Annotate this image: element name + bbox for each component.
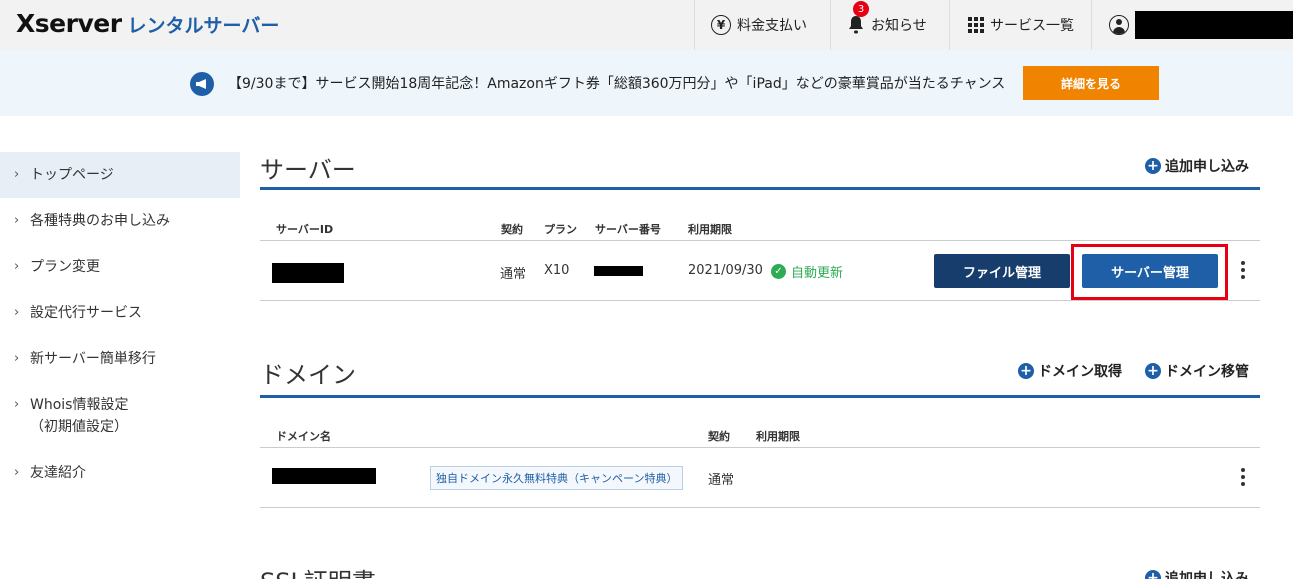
- redacted-server-number: [594, 266, 643, 276]
- domain-section: ドメイン + ドメイン取得 + ドメイン移管 ドメイン名 契約 利用期限 独自ド…: [260, 355, 1260, 515]
- sidebar-item-label: 新サーバー簡単移行: [30, 351, 156, 367]
- section-divider: [260, 395, 1260, 398]
- domain-transfer-label: ドメイン移管: [1165, 364, 1249, 380]
- nav-payment[interactable]: ¥ 料金支払い: [694, 0, 830, 50]
- sidebar-item-label: トップページ: [30, 167, 114, 183]
- header-domain-name: ドメイン名: [276, 430, 331, 443]
- chevron-right-icon: ›: [14, 351, 20, 366]
- user-icon: [1109, 15, 1129, 35]
- header-contract: 契約: [501, 223, 523, 236]
- top-header: Xserver レンタルサーバー ¥ 料金支払い 3 お知らせ サービス一覧: [0, 0, 1293, 50]
- domain-acquire-label: ドメイン取得: [1038, 364, 1122, 380]
- server-expiry: 2021/09/30: [688, 263, 763, 278]
- ssl-title: SSL証明書: [260, 562, 376, 579]
- more-options-icon[interactable]: [1240, 468, 1246, 486]
- ssl-add-button[interactable]: + 追加申し込み: [1145, 568, 1249, 579]
- domain-transfer-button[interactable]: + ドメイン移管: [1145, 361, 1249, 381]
- sidebar-item-label: 友達紹介: [30, 465, 86, 481]
- sidebar-item-plan-change[interactable]: › プラン変更: [0, 244, 240, 290]
- row-divider: [260, 240, 1260, 241]
- nav-services[interactable]: サービス一覧: [949, 0, 1091, 50]
- server-title: サーバー: [260, 156, 356, 184]
- auto-renew-status: ✓ 自動更新: [771, 262, 843, 281]
- sidebar-item-referral[interactable]: › 友達紹介: [0, 450, 240, 496]
- bell-icon: 3: [847, 1, 869, 35]
- redacted-username: [1135, 11, 1293, 39]
- sidebar-item-setup-service[interactable]: › 設定代行サービス: [0, 290, 240, 336]
- chevron-right-icon: ›: [14, 213, 20, 228]
- campaign-banner: 【9/30まで】サービス開始18周年記念！Amazonギフト券「総額360万円分…: [0, 50, 1293, 116]
- chevron-right-icon: ›: [14, 259, 20, 274]
- row-divider: [260, 507, 1260, 508]
- header-plan: プラン: [544, 223, 577, 236]
- sidebar-item-benefits[interactable]: › 各種特典のお申し込み: [0, 198, 240, 244]
- more-options-icon[interactable]: [1240, 261, 1246, 279]
- nav-services-label: サービス一覧: [990, 18, 1074, 34]
- plus-icon: +: [1145, 570, 1161, 579]
- ssl-section: SSL証明書 + 追加申し込み: [260, 562, 1260, 579]
- server-add-label: 追加申し込み: [1165, 159, 1249, 175]
- server-manage-button[interactable]: サーバー管理: [1082, 254, 1218, 288]
- plus-icon: +: [1018, 363, 1034, 379]
- chevron-right-icon: ›: [14, 397, 20, 412]
- server-add-button[interactable]: + 追加申し込み: [1145, 156, 1249, 176]
- row-divider: [260, 447, 1260, 448]
- nav-account[interactable]: [1091, 0, 1293, 50]
- nav-notice-label: お知らせ: [871, 18, 927, 34]
- header-expiry: 利用期限: [688, 223, 732, 236]
- domain-title: ドメイン: [260, 361, 356, 389]
- sidebar-item-label: Whois情報設定 （初期値設定）: [30, 397, 129, 435]
- sidebar-item-top[interactable]: › トップページ: [0, 152, 240, 198]
- nav-notice[interactable]: 3 お知らせ: [830, 0, 949, 50]
- domain-acquire-button[interactable]: + ドメイン取得: [1018, 361, 1122, 381]
- server-section: サーバー + 追加申し込み サーバーID 契約 プラン サーバー番号 利用期限 …: [260, 150, 1260, 302]
- chevron-right-icon: ›: [14, 167, 20, 182]
- chevron-right-icon: ›: [14, 305, 20, 320]
- domain-contract: 通常: [708, 473, 735, 488]
- file-manager-button[interactable]: ファイル管理: [934, 254, 1070, 288]
- chevron-right-icon: ›: [14, 465, 20, 480]
- grid-icon: [968, 17, 984, 33]
- sidebar-item-label: 各種特典のお申し込み: [30, 213, 170, 229]
- megaphone-icon: [190, 72, 214, 96]
- logo-brand: Xserver: [16, 9, 122, 38]
- banner-details-button[interactable]: 詳細を見る: [1023, 66, 1159, 100]
- sidebar-item-migration[interactable]: › 新サーバー簡単移行: [0, 336, 240, 382]
- header-server-number: サーバー番号: [595, 223, 661, 236]
- logo[interactable]: Xserver レンタルサーバー: [16, 9, 279, 38]
- yen-icon: ¥: [711, 15, 731, 35]
- row-divider: [260, 300, 1260, 301]
- sidebar: › トップページ › 各種特典のお申し込み › プラン変更 › 設定代行サービス…: [0, 152, 240, 496]
- plus-icon: +: [1145, 158, 1161, 174]
- sidebar-item-label: プラン変更: [30, 259, 100, 275]
- ssl-add-label: 追加申し込み: [1165, 571, 1249, 579]
- plus-icon: +: [1145, 363, 1161, 379]
- nav-payment-label: 料金支払い: [737, 18, 807, 34]
- notice-count-badge: 3: [853, 1, 869, 17]
- section-divider: [260, 187, 1260, 190]
- redacted-server-id: [272, 263, 344, 283]
- header-server-id: サーバーID: [276, 223, 334, 236]
- redacted-domain-name: [272, 468, 376, 484]
- campaign-tag: 独自ドメイン永久無料特典（キャンペーン特典）: [430, 466, 684, 490]
- auto-renew-label: 自動更新: [791, 266, 844, 281]
- sidebar-item-label: 設定代行サービス: [30, 305, 142, 321]
- sidebar-item-whois[interactable]: › Whois情報設定 （初期値設定）: [0, 382, 240, 450]
- header-expiry: 利用期限: [756, 430, 800, 443]
- server-contract: 通常: [500, 267, 527, 282]
- logo-product: レンタルサーバー: [127, 15, 280, 37]
- server-plan: X10: [544, 263, 570, 278]
- header-contract: 契約: [708, 430, 730, 443]
- check-icon: ✓: [771, 264, 786, 279]
- banner-text: 【9/30まで】サービス開始18周年記念！Amazonギフト券「総額360万円分…: [228, 76, 1006, 92]
